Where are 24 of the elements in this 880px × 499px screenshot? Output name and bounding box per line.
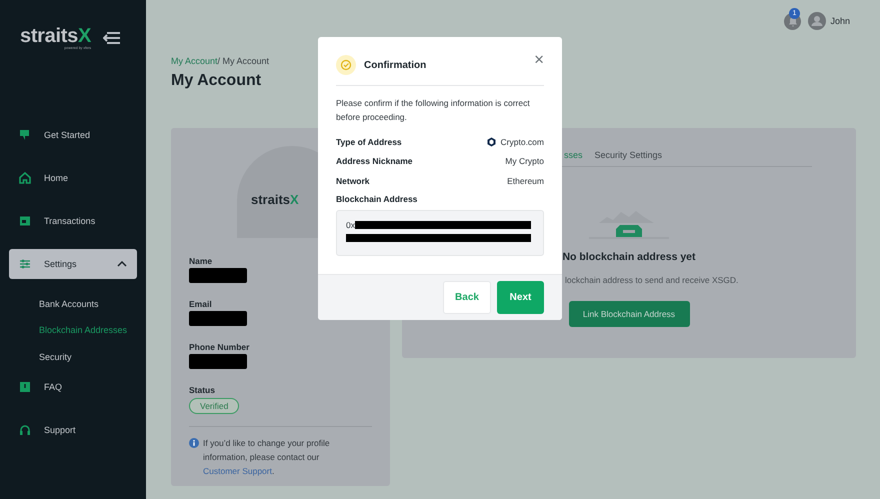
field-label: Status bbox=[189, 385, 215, 395]
detail-label: Address Nickname bbox=[336, 156, 413, 166]
field-label: Email bbox=[189, 299, 212, 309]
detail-label: Blockchain Address bbox=[336, 194, 418, 204]
dialog-title: Confirmation bbox=[364, 60, 428, 70]
empty-state-title: No blockchain address yet bbox=[562, 251, 696, 263]
logo-text: straits bbox=[20, 25, 78, 47]
logo-mark: X bbox=[290, 192, 299, 206]
detail-value: Ethereum bbox=[507, 176, 544, 186]
field-label: Phone Number bbox=[189, 342, 250, 352]
detail-value: My Crypto bbox=[505, 156, 544, 166]
field-label: Name bbox=[189, 256, 212, 266]
detail-label: Type of Address bbox=[336, 136, 402, 147]
breadcrumb-current: / My Account bbox=[218, 56, 270, 66]
logo-mark: X bbox=[78, 25, 91, 47]
detail-label: Network bbox=[336, 176, 370, 186]
address-prefix: 0x bbox=[346, 220, 355, 230]
empty-state-text: lockchain address to send and receive XSGD. bbox=[565, 275, 738, 285]
page-title: My Account bbox=[171, 72, 262, 90]
status-badge: Verified bbox=[189, 398, 240, 414]
logo-text: straits bbox=[251, 192, 290, 206]
dialog-message: Please confirm if the following information is correct before proceeding. bbox=[336, 97, 531, 124]
detail-value: Crypto.com bbox=[500, 136, 544, 147]
help-text: If you’d like to change your profile information, please contact our Customer Support. bbox=[203, 437, 331, 478]
